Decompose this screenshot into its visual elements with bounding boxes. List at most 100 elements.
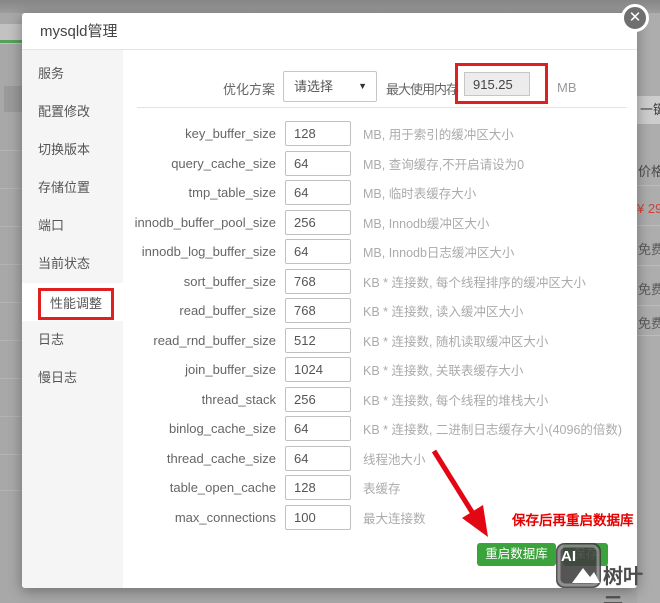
setting-row: thread_stack KB * 连接数, 每个线程的堆栈大小: [123, 385, 637, 415]
setting-hint: MB, Innodb缓冲区大小: [363, 216, 490, 231]
dialog-title: mysqld管理: [40, 23, 118, 40]
background-row-line: [637, 185, 660, 186]
setting-row: table_open_cache 表缓存: [123, 473, 637, 503]
max-memory-highlight-box: [455, 63, 548, 104]
sidebar-item-label: 切换版本: [38, 142, 91, 157]
setting-input-max_connections[interactable]: [285, 504, 351, 530]
sidebar-item-slowlog[interactable]: 慢日志: [22, 359, 123, 397]
setting-input-key_buffer_size[interactable]: [285, 121, 351, 147]
restart-database-button[interactable]: 重启数据库: [477, 543, 556, 566]
mysqld-manage-dialog: ✕ mysqld管理 服务配置修改切换版本存储位置 端口当前状态性能调整日志慢日志…: [22, 4, 649, 588]
sidebar-item-service[interactable]: 服务: [22, 55, 123, 93]
setting-hint: MB, 临时表缓存大小: [363, 187, 477, 202]
setting-row: read_buffer_size KB * 连接数, 读入缓冲区大小: [123, 296, 637, 326]
sidebar-item-label: 配置修改: [38, 104, 91, 119]
setting-input-innodb_log_buffer_size[interactable]: [285, 239, 351, 265]
sidebar-item-label: 当前状态: [38, 256, 91, 271]
save-then-restart-note: 保存后再重启数据库: [512, 513, 634, 528]
background-row-line: [0, 188, 22, 189]
background-row-line: [0, 264, 22, 265]
setting-input-sort_buffer_size[interactable]: [285, 268, 351, 294]
setting-hint: KB * 连接数, 关联表缓存大小: [363, 364, 524, 379]
background-row-line: [637, 335, 660, 336]
setting-input-thread_stack[interactable]: [285, 386, 351, 412]
sidebar-item-performance[interactable]: 性能调整: [22, 283, 123, 321]
setting-hint: KB * 连接数, 读入缓冲区大小: [363, 305, 524, 320]
setting-label: query_cache_size: [171, 155, 276, 171]
background-row-line: [0, 226, 22, 227]
setting-input-binlog_cache_size[interactable]: [285, 416, 351, 442]
sidebar-item-label: 日志: [38, 332, 65, 347]
setting-label: innodb_log_buffer_size: [141, 244, 276, 260]
background-one-key-button: 一键: [637, 96, 660, 124]
setting-hint: 线程池大小: [363, 452, 426, 467]
background-row-line: [0, 302, 22, 303]
setting-input-table_open_cache[interactable]: [285, 475, 351, 501]
sidebar-item-log[interactable]: 日志: [22, 321, 123, 359]
sidebar-item-storage[interactable]: 存储位置: [22, 169, 123, 207]
sidebar-item-version[interactable]: 切换版本: [22, 131, 123, 169]
setting-row: innodb_buffer_pool_size MB, Innodb缓冲区大小: [123, 208, 637, 238]
sidebar-item-label: 性能调整: [38, 288, 115, 320]
setting-hint: MB, Innodb日志缓冲区大小: [363, 246, 515, 261]
setting-input-thread_cache_size[interactable]: [285, 445, 351, 471]
background-free-label: 免费: [638, 282, 660, 297]
max-memory-input[interactable]: [464, 72, 530, 96]
setting-row: query_cache_size MB, 查询缓存,不开启请设为0: [123, 149, 637, 179]
setting-row: sort_buffer_size KB * 连接数, 每个线程排序的缓冲区大小: [123, 267, 637, 297]
watermark-logo-icon: AI: [556, 543, 601, 588]
setting-input-tmp_table_size[interactable]: [285, 180, 351, 206]
setting-hint: MB, 用于索引的缓冲区大小: [363, 128, 514, 143]
chevron-down-icon: ▼: [358, 81, 367, 91]
close-icon[interactable]: ✕: [621, 4, 649, 32]
setting-label: innodb_buffer_pool_size: [134, 214, 276, 230]
setting-input-query_cache_size[interactable]: [285, 150, 351, 176]
setting-label: table_open_cache: [169, 480, 276, 496]
setting-input-read_rnd_buffer_size[interactable]: [285, 327, 351, 353]
background-row-line: [0, 150, 22, 151]
screen: 一键 价格 ¥ 29. 免费 免费 免费 ✕ mysqld管理 服务配置修改切换…: [0, 0, 660, 603]
background-row-line: [0, 340, 22, 341]
background-row-line: [637, 225, 660, 226]
setting-input-innodb_buffer_pool_size[interactable]: [285, 209, 351, 235]
setting-input-read_buffer_size[interactable]: [285, 298, 351, 324]
setting-hint: MB, 查询缓存,不开启请设为0: [363, 157, 525, 172]
setting-label: sort_buffer_size: [183, 273, 276, 289]
setting-label: max_connections: [174, 509, 276, 525]
settings-form: key_buffer_size MB, 用于索引的缓冲区大小 query_cache…: [123, 119, 637, 532]
watermark-brand: 树叶云: [603, 566, 643, 603]
divider: [137, 107, 627, 108]
setting-label: binlog_cache_size: [169, 421, 276, 437]
setting-hint: KB * 连接数, 每个线程排序的缓冲区大小: [363, 275, 586, 290]
background-left-strip: [0, 13, 22, 603]
setting-hint: KB * 连接数, 每个线程的堆栈大小: [363, 393, 549, 408]
setting-row: innodb_log_buffer_size MB, Innodb日志缓冲区大小: [123, 237, 637, 267]
background-thumbnail: [4, 86, 22, 112]
setting-row: binlog_cache_size KB * 连接数, 二进制日志缓存大小(409…: [123, 414, 637, 444]
sidebar-items: 服务配置修改切换版本存储位置 端口当前状态性能调整日志慢日志: [22, 50, 123, 588]
setting-row: join_buffer_size KB * 连接数, 关联表缓存大小: [123, 355, 637, 385]
setting-label: key_buffer_size: [185, 126, 276, 142]
sidebar-item-label: 服务: [38, 66, 65, 81]
background-free-label: 免费: [638, 242, 660, 257]
background-top-bar: [0, 0, 660, 13]
background-price-column: 一键 价格 ¥ 29. 免费 免费 免费: [637, 13, 660, 603]
background-price-header: 价格: [638, 164, 660, 179]
sidebar-item-port[interactable]: 端口: [22, 207, 123, 245]
setting-row: read_rnd_buffer_size KB * 连接数, 随机读取缓冲区大小: [123, 326, 637, 356]
setting-label: read_buffer_size: [179, 303, 276, 319]
background-row-line: [0, 454, 22, 455]
setting-label: tmp_table_size: [188, 185, 276, 201]
sidebar-item-status[interactable]: 当前状态: [22, 245, 123, 283]
setting-row: thread_cache_size 线程池大小: [123, 444, 637, 474]
setting-input-join_buffer_size[interactable]: [285, 357, 351, 383]
setting-hint: KB * 连接数, 随机读取缓冲区大小: [363, 334, 549, 349]
background-row-line: [637, 265, 660, 266]
sidebar-item-config[interactable]: 配置修改: [22, 93, 123, 131]
setting-row: key_buffer_size MB, 用于索引的缓冲区大小: [123, 119, 637, 149]
setting-hint: KB * 连接数, 二进制日志缓存大小(4096的倍数): [363, 423, 623, 438]
setting-hint: 表缓存: [363, 482, 401, 497]
setting-label: read_rnd_buffer_size: [153, 332, 276, 348]
setting-label: thread_stack: [201, 391, 276, 407]
optimize-plan-select[interactable]: 请选择 ▼: [283, 71, 377, 102]
